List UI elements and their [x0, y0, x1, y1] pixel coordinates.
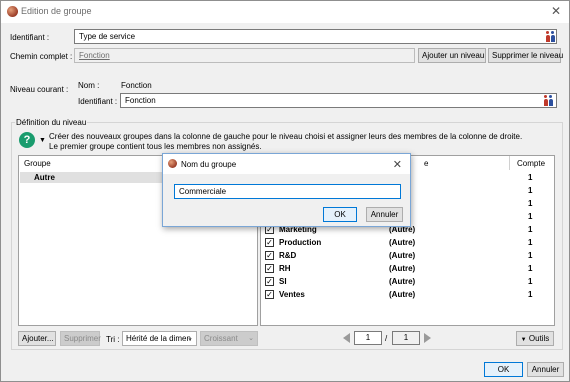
chevron-down-icon: ⌄ — [248, 335, 254, 342]
sort-select[interactable]: Hérité de la dimen ⌄ — [122, 331, 197, 346]
nom-value: Fonction — [121, 81, 152, 90]
group-name-dialog: Nom du groupe ✕ Commerciale OK Annuler — [162, 153, 411, 227]
dialog-cancel-button[interactable]: Annuler — [366, 207, 403, 222]
definition-legend: Définition du niveau — [15, 118, 88, 127]
next-page-icon[interactable] — [424, 333, 431, 343]
app-icon — [7, 6, 18, 17]
member-count: 1 — [528, 225, 533, 234]
ok-button[interactable]: OK — [484, 362, 523, 377]
dialog-ok-button[interactable]: OK — [323, 207, 357, 222]
total-pages-field: 1 — [392, 331, 420, 345]
member-group: (Autre) — [389, 251, 416, 260]
member-group: (Autre) — [389, 290, 416, 299]
member-group: (Autre) — [389, 238, 416, 247]
delete-group-button[interactable]: Supprimer — [60, 331, 101, 346]
group-name: Autre — [34, 173, 55, 182]
niveau-label: Niveau courant : — [10, 85, 69, 94]
dialog-titlebar: Nom du groupe ✕ — [163, 154, 410, 174]
previous-page-icon[interactable] — [343, 333, 350, 343]
identifiant-field[interactable]: Type de service — [74, 29, 557, 44]
users-icon[interactable] — [545, 31, 556, 42]
window-title: Edition de groupe — [21, 6, 92, 16]
member-count: 1 — [528, 199, 533, 208]
chemin-field: Fonction — [74, 48, 415, 63]
dialog-title: Nom du groupe — [181, 160, 237, 169]
member-name: SI — [279, 277, 287, 286]
table-row[interactable]: ✓ Ventes (Autre) 1 — [261, 289, 554, 301]
tools-button[interactable]: ▼ Outils — [516, 331, 554, 346]
window-titlebar: Edition de groupe ✕ — [1, 1, 569, 23]
member-count: 1 — [528, 277, 533, 286]
member-name: Production — [279, 238, 322, 247]
member-count: 1 — [528, 264, 533, 273]
member-group: (Autre) — [389, 277, 416, 286]
member-name: R&D — [279, 251, 297, 260]
sort-select-value: Hérité de la dimen — [126, 334, 191, 343]
current-page-field[interactable]: 1 — [354, 331, 382, 345]
remove-level-button[interactable]: Supprimer le niveau — [488, 48, 563, 63]
tools-button-label: Outils — [528, 334, 550, 343]
chemin-label: Chemin complet : — [10, 52, 73, 61]
member-count: 1 — [528, 212, 533, 221]
niveau-id-field[interactable]: Fonction — [120, 93, 557, 108]
cancel-button[interactable]: Annuler — [527, 362, 564, 377]
users-icon[interactable] — [543, 95, 554, 106]
table-row[interactable]: ✓ Production (Autre) 1 — [261, 237, 554, 249]
member-count: 1 — [528, 238, 533, 247]
help-icon[interactable]: ? — [19, 132, 35, 148]
nom-label: Nom : — [78, 81, 100, 90]
count-column-header: Compte — [517, 159, 546, 168]
table-row[interactable]: ✓ SI (Autre) 1 — [261, 276, 554, 288]
chevron-down-icon: ⌄ — [187, 335, 193, 342]
group-column-header: e — [424, 159, 429, 168]
member-checkbox[interactable]: ✓ — [265, 238, 274, 247]
member-count: 1 — [528, 173, 533, 182]
table-row[interactable]: ✓ RH (Autre) 1 — [261, 263, 554, 275]
member-count: 1 — [528, 186, 533, 195]
app-icon — [168, 159, 177, 168]
add-level-button[interactable]: Ajouter un niveau — [418, 48, 486, 63]
member-group: (Autre) — [389, 264, 416, 273]
order-select[interactable]: Croissant ⌄ — [200, 331, 258, 346]
page-separator: / — [385, 334, 388, 343]
member-checkbox[interactable]: ✓ — [265, 290, 274, 299]
column-divider — [509, 156, 510, 170]
member-checkbox[interactable]: ✓ — [265, 251, 274, 260]
groups-column-header: Groupe — [24, 159, 51, 168]
help-text-line2: Le premier groupe contient tous les memb… — [49, 142, 262, 151]
close-icon[interactable]: ✕ — [551, 4, 561, 18]
group-name-input[interactable]: Commerciale — [174, 184, 401, 199]
member-name: Ventes — [279, 290, 305, 299]
order-select-value: Croissant — [204, 334, 238, 343]
chevron-down-icon: ▼ — [520, 337, 527, 343]
identifiant-label: Identifiant : — [10, 33, 50, 42]
niveau-id-label: Identifiant : — [78, 97, 118, 106]
help-text-line1: Créer des nouveaux groupes dans la colon… — [49, 132, 523, 141]
add-group-button[interactable]: Ajouter... — [18, 331, 56, 346]
close-icon[interactable]: ✕ — [393, 158, 402, 171]
member-count: 1 — [528, 251, 533, 260]
sort-label: Tri : — [106, 335, 120, 344]
member-checkbox[interactable]: ✓ — [265, 264, 274, 273]
chevron-down-icon[interactable]: ▼ — [39, 137, 46, 144]
member-count: 1 — [528, 290, 533, 299]
member-name: RH — [279, 264, 291, 273]
member-checkbox[interactable]: ✓ — [265, 277, 274, 286]
table-row[interactable]: ✓ R&D (Autre) 1 — [261, 250, 554, 262]
